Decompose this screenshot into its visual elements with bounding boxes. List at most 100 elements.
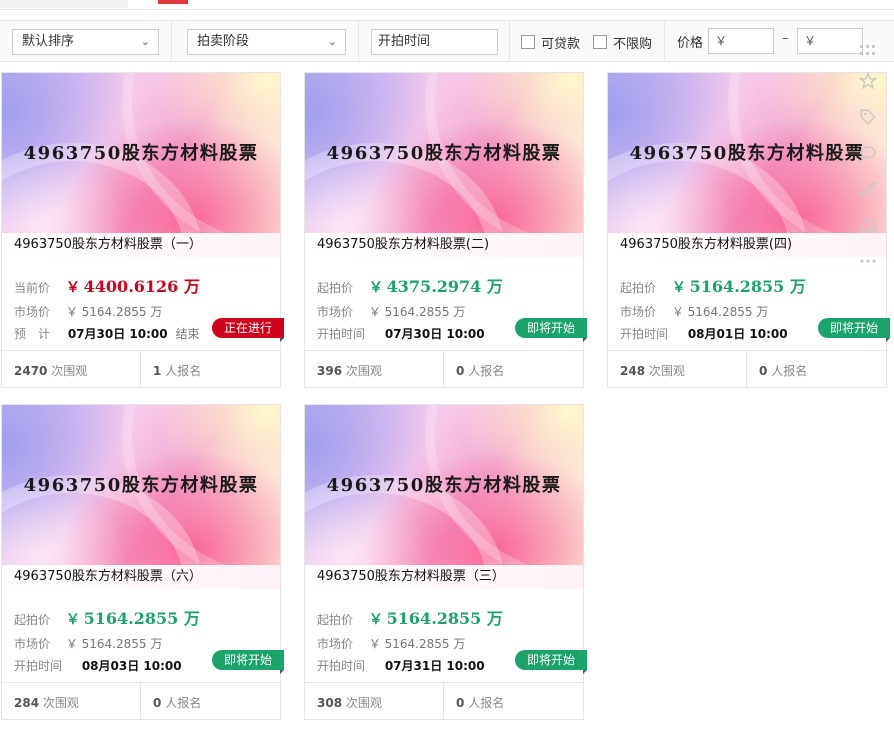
start-time-placeholder: 开拍时间 [378, 34, 431, 49]
view-count-suffix: 次围观 [42, 696, 79, 710]
time-suffix: 结束 [175, 327, 200, 341]
time-value: 08月01日 10:00 [687, 327, 788, 341]
nav-tab-active-indicator [158, 0, 188, 4]
price-label: 起拍价 [620, 281, 657, 295]
lot-price: 5164.2855 万 [83, 609, 200, 628]
time-label: 开拍时间 [14, 659, 63, 673]
view-count: 284 [14, 696, 40, 710]
signup-count: 1 [153, 364, 162, 378]
lot-title[interactable]: 4963750股东方材料股票(二) [305, 233, 583, 257]
auction-stage-select[interactable]: 拍卖阶段 ⌄ [187, 29, 346, 55]
unlimited-checkbox[interactable] [593, 35, 607, 49]
auction-card[interactable]: 4963750股东方材料股票 4963750股东方材料股票(四) 起拍价 ￥ 5… [607, 72, 891, 388]
chat-icon[interactable] [859, 144, 877, 162]
time-value: 07月31日 10:00 [384, 659, 485, 673]
sort-select[interactable]: 默认排序 ⌄ [12, 29, 159, 55]
divider [746, 351, 747, 388]
lot-price: 5164.2855 万 [386, 609, 503, 628]
lot-thumbnail[interactable]: 4963750股东方材料股票 [305, 73, 583, 233]
card-stats: 396 次围观 0 人报名 [305, 350, 583, 388]
price-min-input[interactable]: ￥ [708, 28, 774, 54]
brush-icon[interactable] [859, 180, 877, 198]
time-label: 开拍时间 [317, 327, 366, 341]
market-price-value: ￥ 5164.2855 万 [65, 637, 163, 651]
price-currency: ￥ [65, 612, 80, 628]
status-badge: 正在进行 [211, 318, 285, 342]
view-count-suffix: 次围观 [51, 364, 88, 378]
divider [509, 21, 510, 61]
lot-thumbnail[interactable]: 4963750股东方材料股票 [2, 405, 280, 565]
divider [358, 21, 359, 61]
thumbnail-text: 4963750股东方材料股票 [326, 475, 562, 496]
home-icon[interactable] [859, 216, 877, 234]
market-price-label: 市场价 [317, 637, 354, 651]
signup-count: 0 [456, 364, 465, 378]
price-label: 价格 [677, 36, 704, 51]
lot-title[interactable]: 4963750股东方材料股票（一） [2, 233, 280, 257]
price-label: 当前价 [14, 281, 51, 295]
auction-stage-select-label: 拍卖阶段 [197, 34, 250, 49]
auction-card[interactable]: 4963750股东方材料股票 4963750股东方材料股票（六） 起拍价 ￥ 5… [1, 404, 285, 720]
market-price-value: ￥ 5164.2855 万 [368, 637, 466, 651]
time-value: 07月30日 10:00 [384, 327, 485, 341]
status-badge: 即将开始 [211, 650, 285, 674]
lot-thumbnail[interactable]: 4963750股东方材料股票 [305, 405, 583, 565]
lot-title[interactable]: 4963750股东方材料股票（三） [305, 565, 583, 589]
lot-price: 5164.2855 万 [689, 277, 806, 296]
view-count: 248 [620, 364, 646, 378]
grid-icon[interactable] [859, 42, 877, 60]
time-label: 预 计 [14, 327, 51, 341]
star-icon[interactable] [858, 71, 878, 90]
thumbnail-text: 4963750股东方材料股票 [23, 475, 259, 496]
auction-card[interactable]: 4963750股东方材料股票 4963750股东方材料股票(二) 起拍价 ￥ 4… [304, 72, 588, 388]
view-count: 2470 [14, 364, 48, 378]
lot-thumbnail[interactable]: 4963750股东方材料股票 [608, 73, 886, 233]
market-price-label: 市场价 [14, 637, 51, 651]
divider [443, 683, 444, 720]
divider [171, 21, 172, 61]
divider [664, 21, 665, 61]
price-max-input[interactable]: ￥ [797, 28, 863, 54]
price-currency: ￥ [671, 280, 686, 296]
card-stats: 284 次围观 0 人报名 [2, 682, 280, 720]
time-value: 08月03日 10:00 [81, 659, 182, 673]
filter-bar: 默认排序 ⌄ 拍卖阶段 ⌄ 开拍时间 可贷款 不限购 价格 ￥ – ￥ [0, 20, 894, 62]
auction-card[interactable]: 4963750股东方材料股票 4963750股东方材料股票（一） 当前价 ￥ 4… [1, 72, 285, 388]
signup-count-suffix: 人报名 [468, 696, 505, 710]
lot-thumbnail[interactable]: 4963750股东方材料股票 [2, 73, 280, 233]
divider [140, 351, 141, 388]
status-badge: 即将开始 [514, 318, 588, 342]
loan-checkbox-label: 可贷款 [541, 37, 581, 52]
view-count-suffix: 次围观 [648, 364, 685, 378]
auction-card[interactable]: 4963750股东方材料股票 4963750股东方材料股票（三） 起拍价 ￥ 5… [304, 404, 588, 720]
lot-title[interactable]: 4963750股东方材料股票（六） [2, 565, 280, 589]
signup-count-suffix: 人报名 [165, 364, 202, 378]
view-count-suffix: 次围观 [345, 696, 382, 710]
market-price-label: 市场价 [14, 305, 51, 319]
loan-checkbox[interactable] [521, 35, 535, 49]
signup-count: 0 [153, 696, 162, 710]
more-icon[interactable] [859, 252, 877, 270]
card-stats: 248 次围观 0 人报名 [608, 350, 886, 388]
start-time-input[interactable]: 开拍时间 [371, 29, 498, 55]
sort-select-label: 默认排序 [22, 34, 75, 49]
price-currency: ￥ [368, 612, 383, 628]
status-badge: 即将开始 [514, 650, 588, 674]
nav-tab[interactable] [0, 0, 128, 8]
tag-icon[interactable] [859, 108, 877, 126]
price-max-placeholder: ￥ [804, 34, 817, 48]
market-price-value: ￥ 5164.2855 万 [65, 305, 163, 319]
signup-count: 0 [456, 696, 465, 710]
signup-count-suffix: 人报名 [771, 364, 808, 378]
divider [140, 683, 141, 720]
chevron-down-icon: ⌄ [140, 35, 150, 48]
chevron-down-icon: ⌄ [327, 35, 337, 48]
signup-count-suffix: 人报名 [165, 696, 202, 710]
price-currency: ￥ [65, 280, 80, 296]
divider [0, 9, 894, 10]
time-value: 07月30日 10:00 [67, 327, 168, 341]
card-stats: 2470 次围观 1 人报名 [2, 350, 280, 388]
card-stats: 308 次围观 0 人报名 [305, 682, 583, 720]
lot-title[interactable]: 4963750股东方材料股票(四) [608, 233, 886, 257]
price-currency: ￥ [368, 280, 383, 296]
